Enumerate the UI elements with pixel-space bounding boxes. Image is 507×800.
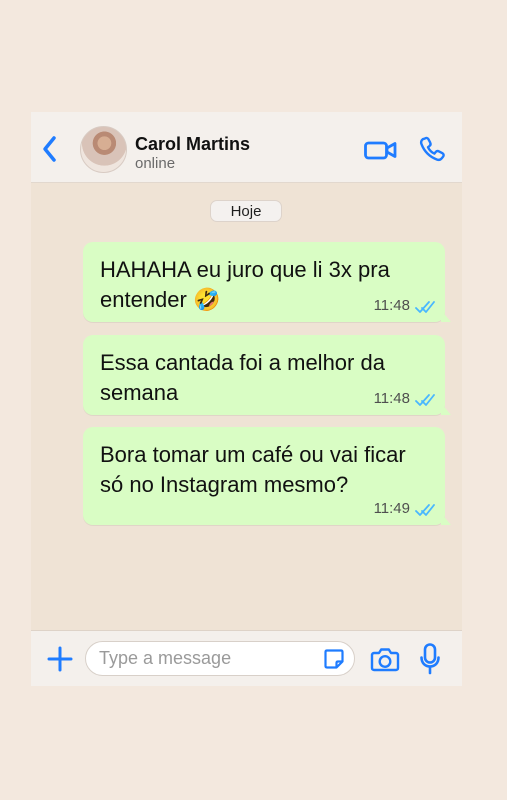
- message-bubble[interactable]: Essa cantada foi a melhor da semana 11:4…: [83, 335, 445, 415]
- message-text: Essa cantada foi a melhor da semana: [100, 350, 385, 405]
- message-composer: [31, 630, 462, 686]
- message-text: Bora tomar um café ou vai ficar só no In…: [100, 442, 406, 497]
- chat-window: Carol Martins online Hoje HAHAHA eu juro…: [31, 112, 462, 686]
- message-time: 11:49: [373, 500, 410, 517]
- date-chip: Hoje: [210, 200, 282, 222]
- message-time: 11:48: [373, 390, 410, 407]
- back-icon[interactable]: [39, 134, 59, 164]
- camera-icon[interactable]: [369, 644, 401, 674]
- double-check-icon: [415, 504, 435, 516]
- chat-header: Carol Martins online: [31, 112, 462, 183]
- video-camera-icon[interactable]: [363, 138, 398, 162]
- microphone-icon[interactable]: [418, 642, 442, 676]
- message-bubble[interactable]: Bora tomar um café ou vai ficar só no In…: [83, 427, 445, 525]
- avatar[interactable]: [80, 126, 127, 173]
- message-time: 11:48: [373, 297, 410, 314]
- contact-name[interactable]: Carol Martins: [135, 134, 250, 155]
- sticker-icon[interactable]: [323, 648, 345, 670]
- plus-icon[interactable]: [46, 645, 74, 673]
- message-input[interactable]: [85, 641, 355, 676]
- message-text: HAHAHA eu juro que li 3x pra entender 🤣: [100, 257, 390, 312]
- contact-status: online: [135, 155, 176, 172]
- double-check-icon: [415, 394, 435, 406]
- double-check-icon: [415, 301, 435, 313]
- phone-icon[interactable]: [417, 134, 447, 164]
- message-bubble[interactable]: HAHAHA eu juro que li 3x pra entender 🤣 …: [83, 242, 445, 322]
